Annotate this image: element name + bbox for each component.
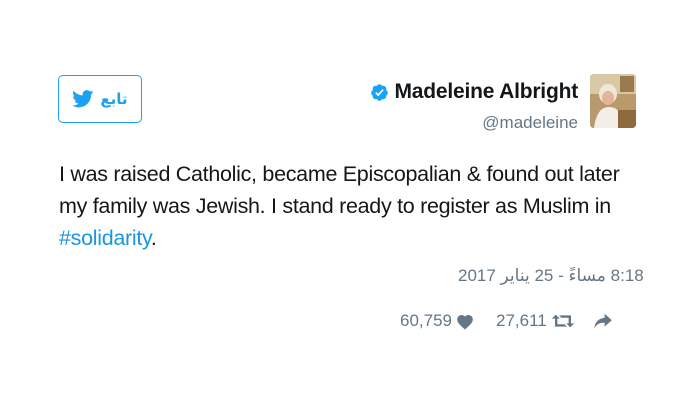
- hashtag-link[interactable]: #solidarity: [59, 226, 151, 250]
- tweet-text-trailing: .: [150, 226, 157, 250]
- tweet-text-body: I was raised Catholic, became Episcopali…: [59, 162, 620, 218]
- author-name-row[interactable]: Madeleine Albright: [370, 80, 578, 104]
- twitter-bird-icon: [72, 90, 94, 108]
- heart-icon: [457, 314, 473, 329]
- author-handle[interactable]: @madeleine: [482, 113, 578, 133]
- retweet-icon: [551, 314, 574, 328]
- share-action[interactable]: [593, 313, 613, 329]
- like-count: 60,759: [400, 311, 452, 330]
- avatar-photo: [590, 74, 636, 128]
- author-display-name: Madeleine Albright: [394, 80, 579, 103]
- tweet-actions: 60,759 27,611: [400, 308, 613, 334]
- follow-button[interactable]: تابع: [58, 75, 142, 123]
- retweet-count: 27,611: [496, 311, 547, 330]
- share-arrow-icon: [593, 313, 612, 329]
- retweet-action[interactable]: 27,611: [496, 311, 575, 331]
- tweet-text: I was raised Catholic, became Episcopali…: [59, 158, 649, 254]
- like-action[interactable]: 60,759: [400, 311, 474, 331]
- avatar[interactable]: [590, 74, 636, 128]
- embedded-tweet: تابع Madeleine Albright @madeleine I was…: [0, 0, 700, 400]
- tweet-timestamp[interactable]: 8:18 مساءً - 25 يناير 2017: [458, 266, 644, 286]
- follow-button-label: تابع: [100, 91, 128, 108]
- verified-badge-icon: [370, 83, 388, 101]
